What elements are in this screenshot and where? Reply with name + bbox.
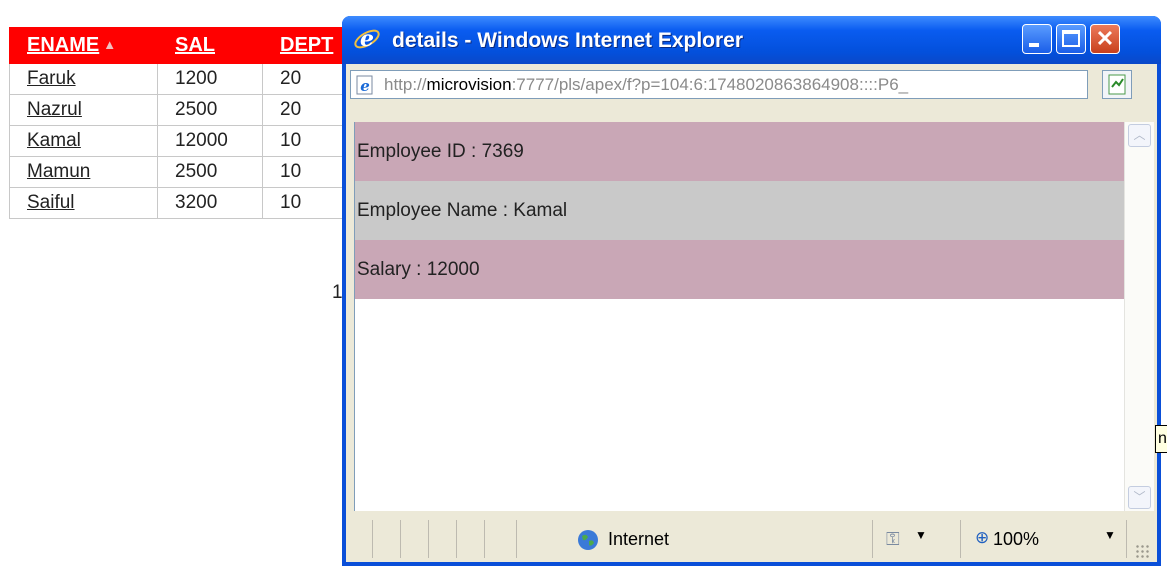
- column-header-ename[interactable]: ENAME ▲: [9, 27, 158, 64]
- sal-cell: 2500: [157, 156, 263, 188]
- status-divider: [372, 520, 373, 558]
- title-bar[interactable]: e details - Windows Internet Explorer ✕: [342, 16, 1161, 64]
- window-body: e http://microvision:7777/pls/apex/f?p=1…: [346, 64, 1157, 562]
- employee-link[interactable]: Kamal: [27, 130, 81, 151]
- svg-text:e: e: [360, 26, 374, 52]
- scroll-down-button[interactable]: ﹀: [1128, 486, 1151, 509]
- ename-cell: Kamal: [9, 125, 158, 157]
- status-divider: [516, 520, 517, 558]
- employee-link[interactable]: Faruk: [27, 68, 76, 89]
- svg-text:e: e: [360, 77, 370, 95]
- status-divider: [400, 520, 401, 558]
- ename-cell: Faruk: [9, 63, 158, 95]
- go-icon: [1108, 74, 1126, 95]
- ename-cell: Saiful: [9, 187, 158, 219]
- status-bar: Internet ⚿ ▼ ⊕ 100% ▼: [350, 518, 1153, 562]
- page-icon: e: [356, 75, 373, 95]
- zoom-level[interactable]: 100%: [993, 529, 1039, 550]
- maximize-icon: [1062, 30, 1080, 47]
- employee-link[interactable]: Nazrul: [27, 99, 82, 120]
- sort-arrow-icon: ▲: [103, 37, 117, 52]
- vertical-scrollbar[interactable]: ︿ ﹀: [1124, 122, 1154, 511]
- close-icon: ✕: [1095, 26, 1115, 51]
- sal-cell: 1200: [157, 63, 263, 95]
- table-row: Saiful 3200 10: [9, 187, 361, 219]
- address-bar[interactable]: e http://microvision:7777/pls/apex/f?p=1…: [350, 70, 1088, 99]
- ie-popup-window: e details - Windows Internet Explorer ✕ …: [342, 16, 1161, 566]
- employee-id-row: Employee ID : 7369: [355, 122, 1125, 181]
- address-url: http://microvision:7777/pls/apex/f?p=104…: [384, 75, 909, 94]
- globe-icon: [578, 530, 598, 550]
- table-row: Nazrul 2500 20: [9, 94, 361, 126]
- pagination-text: 1: [332, 282, 343, 303]
- page-content: Employee ID : 7369 Employee Name : Kamal…: [354, 122, 1125, 511]
- ename-cell: Nazrul: [9, 94, 158, 126]
- status-divider: [428, 520, 429, 558]
- ename-cell: Mamun: [9, 156, 158, 188]
- window-title: details - Windows Internet Explorer: [392, 29, 744, 52]
- table-row: Faruk 1200 20: [9, 63, 361, 95]
- column-header-sal[interactable]: SAL: [157, 27, 263, 64]
- chevron-down-icon[interactable]: ▼: [915, 528, 927, 542]
- table-row: Kamal 12000 10: [9, 125, 361, 157]
- sal-cell: 2500: [157, 94, 263, 126]
- resize-grip[interactable]: [1135, 544, 1149, 558]
- employee-report-table: ENAME ▲ SAL DEPT Faruk 1200 20 Nazrul 250…: [9, 27, 361, 219]
- maximize-button[interactable]: [1056, 24, 1086, 54]
- table-row: Mamun 2500 10: [9, 156, 361, 188]
- table-header-row: ENAME ▲ SAL DEPT: [9, 27, 361, 64]
- status-divider: [872, 520, 873, 558]
- sal-cell: 12000: [157, 125, 263, 157]
- chevron-down-icon[interactable]: ▼: [1104, 528, 1116, 542]
- ie-logo-icon: e: [354, 26, 380, 52]
- minimize-icon: [1029, 43, 1039, 47]
- salary-row: Salary : 12000: [355, 240, 1125, 299]
- status-divider: [960, 520, 961, 558]
- sal-cell: 3200: [157, 187, 263, 219]
- scroll-up-button[interactable]: ︿: [1128, 124, 1151, 147]
- employee-link[interactable]: Saiful: [27, 192, 75, 213]
- tooltip-fragment: n: [1155, 425, 1167, 453]
- status-divider: [1126, 520, 1127, 558]
- security-icon[interactable]: ⚿: [886, 529, 900, 550]
- status-divider: [456, 520, 457, 558]
- security-zone-label: Internet: [608, 529, 670, 549]
- status-divider: [484, 520, 485, 558]
- employee-link[interactable]: Mamun: [27, 161, 90, 182]
- zoom-icon[interactable]: ⊕: [975, 528, 989, 548]
- employee-name-row: Employee Name : Kamal: [355, 181, 1125, 240]
- close-button[interactable]: ✕: [1090, 24, 1120, 54]
- minimize-button[interactable]: [1022, 24, 1052, 54]
- go-button[interactable]: [1102, 70, 1132, 99]
